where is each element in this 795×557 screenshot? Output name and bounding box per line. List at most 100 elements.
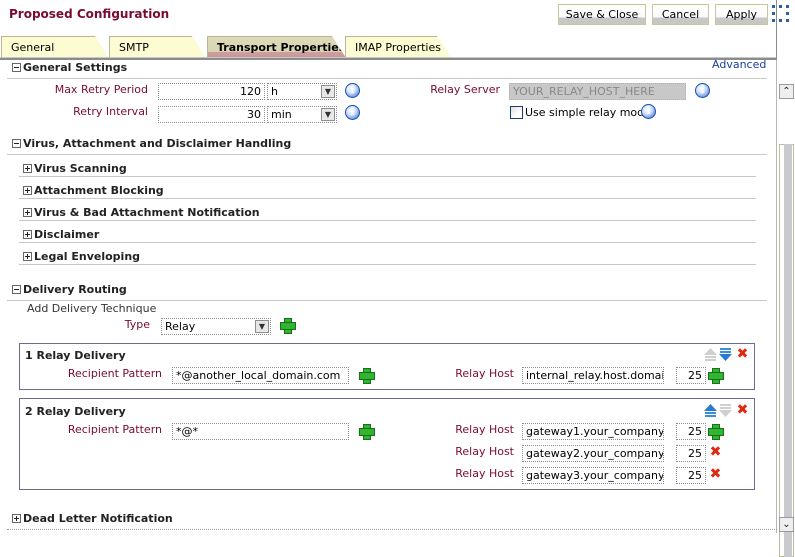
expand-icon[interactable]	[23, 208, 32, 217]
collapse-icon[interactable]	[12, 139, 21, 148]
relay-host-label: Relay Host	[455, 445, 514, 458]
tab-general-properties[interactable]: General Properties	[1, 36, 109, 58]
page-title: Proposed Configuration	[9, 7, 170, 21]
divider	[7, 529, 777, 530]
remove-host-icon[interactable]: ✖	[709, 467, 722, 481]
delivery-routing-title: Delivery Routing	[23, 283, 127, 296]
general-settings-header[interactable]: General Settings	[12, 61, 127, 74]
add-pattern-icon[interactable]	[359, 424, 375, 440]
save-close-button[interactable]: Save & Close	[558, 4, 646, 25]
info-icon[interactable]: i	[345, 83, 360, 98]
disclaimer-item[interactable]: Disclaimer	[23, 228, 99, 241]
tab-transport-properties[interactable]: Transport Properties	[207, 36, 346, 58]
relay-host-input[interactable]: gateway2.your_company.cc	[522, 445, 664, 462]
max-retry-period-input[interactable]: 120	[158, 83, 265, 100]
divider	[19, 198, 756, 199]
relay-host-label: Relay Host	[455, 467, 514, 480]
delete-icon[interactable]: ✖	[736, 403, 749, 417]
move-down-icon[interactable]	[718, 347, 733, 362]
expand-icon[interactable]	[23, 230, 32, 239]
chevron-down-icon[interactable]: ▼	[321, 85, 335, 98]
remove-host-icon[interactable]: ✖	[709, 445, 722, 459]
general-settings-title: General Settings	[23, 61, 128, 74]
expand-icon[interactable]	[23, 252, 32, 261]
recipient-pattern-label: Recipient Pattern	[67, 423, 162, 436]
relay-port-input[interactable]: 25	[676, 467, 706, 484]
move-up-icon[interactable]	[703, 403, 718, 418]
relay-host-input[interactable]: gateway3.your_company.cc	[522, 467, 664, 484]
relay-port-input[interactable]: 25	[676, 423, 706, 440]
grid-menu-icon[interactable]	[772, 5, 789, 22]
unit-value: min	[271, 108, 292, 121]
vertical-scrollbar[interactable]: ⌃ ⌄	[776, 60, 795, 557]
move-down-icon-disabled	[718, 403, 733, 418]
scroll-thumb[interactable]	[784, 144, 792, 557]
virus-scanning-item[interactable]: Virus Scanning	[23, 162, 127, 175]
max-retry-period-unit-select[interactable]: h ▼	[267, 83, 337, 100]
virus-section-title: Virus, Attachment and Disclaimer Handlin…	[23, 137, 292, 150]
info-icon[interactable]: i	[695, 83, 710, 98]
notification-item[interactable]: Virus & Bad Attachment Notification	[23, 206, 260, 219]
delivery-routing-header[interactable]: Delivery Routing	[12, 283, 127, 296]
tab-smtp-properties[interactable]: SMTP Properties	[109, 36, 206, 58]
scroll-up-arrow-icon[interactable]: ⌃	[779, 84, 794, 99]
divider	[19, 264, 756, 265]
divider	[7, 78, 767, 79]
collapse-icon[interactable]	[12, 285, 21, 294]
simple-relay-checkbox[interactable]	[510, 106, 523, 119]
item-label: Virus & Bad Attachment Notification	[34, 206, 260, 219]
relay-delivery-title: 2 Relay Delivery	[25, 405, 126, 418]
relay-delivery-title: 1 Relay Delivery	[25, 349, 126, 362]
chevron-down-icon[interactable]: ▼	[255, 320, 269, 333]
retry-interval-label: Retry Interval	[73, 105, 148, 118]
add-host-icon[interactable]	[708, 424, 724, 440]
attachment-blocking-item[interactable]: Attachment Blocking	[23, 184, 164, 197]
dead-letter-header[interactable]: Dead Letter Notification	[12, 512, 173, 525]
expand-icon[interactable]	[23, 164, 32, 173]
divider	[7, 154, 767, 155]
add-delivery-technique-label: Add Delivery Technique	[27, 302, 157, 315]
divider	[7, 300, 767, 301]
move-up-icon-disabled	[703, 347, 718, 362]
advanced-link[interactable]: Advanced	[712, 58, 766, 71]
expand-icon[interactable]	[12, 514, 21, 523]
virus-section-header[interactable]: Virus, Attachment and Disclaimer Handlin…	[12, 137, 291, 150]
type-label: Type	[124, 318, 150, 331]
relay-host-input[interactable]: gateway1.your_company.cc	[522, 423, 664, 440]
info-icon[interactable]: i	[345, 105, 360, 120]
retry-interval-input[interactable]: 30	[158, 106, 265, 123]
tab-imap-properties[interactable]: IMAP Properties	[345, 36, 451, 58]
apply-button[interactable]: Apply	[715, 4, 768, 25]
chevron-down-icon[interactable]: ▼	[321, 108, 335, 121]
relay-port-input[interactable]: 25	[676, 367, 706, 384]
simple-relay-label: Use simple relay mode	[525, 106, 651, 119]
divider	[19, 220, 756, 221]
expand-icon[interactable]	[23, 186, 32, 195]
delivery-type-select[interactable]: Relay ▼	[161, 318, 271, 335]
type-value: Relay	[165, 320, 196, 333]
relay-port-input[interactable]: 25	[676, 445, 706, 462]
recipient-pattern-input[interactable]: *@*	[172, 423, 349, 440]
item-label: Virus Scanning	[34, 162, 127, 175]
recipient-pattern-input[interactable]: *@another_local_domain.com	[172, 367, 349, 384]
add-host-icon[interactable]	[708, 368, 724, 384]
tab-underline	[0, 57, 777, 60]
retry-interval-unit-select[interactable]: min ▼	[267, 106, 337, 123]
info-icon[interactable]: i	[641, 104, 656, 119]
relay-host-input[interactable]: internal_relay.host.domain	[522, 367, 664, 384]
add-pattern-icon[interactable]	[359, 368, 375, 384]
collapse-icon[interactable]	[12, 63, 21, 72]
tab-bar: General Properties SMTP Properties Trans…	[0, 36, 795, 58]
cancel-button[interactable]: Cancel	[652, 4, 709, 25]
divider	[19, 176, 756, 177]
scroll-down-arrow-icon[interactable]: ⌄	[779, 517, 794, 532]
divider	[19, 242, 756, 243]
add-delivery-icon[interactable]	[280, 318, 296, 334]
delete-icon[interactable]: ✖	[736, 347, 749, 361]
item-label: Disclaimer	[34, 228, 100, 241]
item-label: Attachment Blocking	[34, 184, 164, 197]
relay-server-input[interactable]: YOUR_RELAY_HOST_HERE	[509, 83, 686, 100]
recipient-pattern-label: Recipient Pattern	[67, 367, 162, 380]
relay-server-label: Relay Server	[430, 83, 500, 96]
legal-enveloping-item[interactable]: Legal Enveloping	[23, 250, 140, 263]
